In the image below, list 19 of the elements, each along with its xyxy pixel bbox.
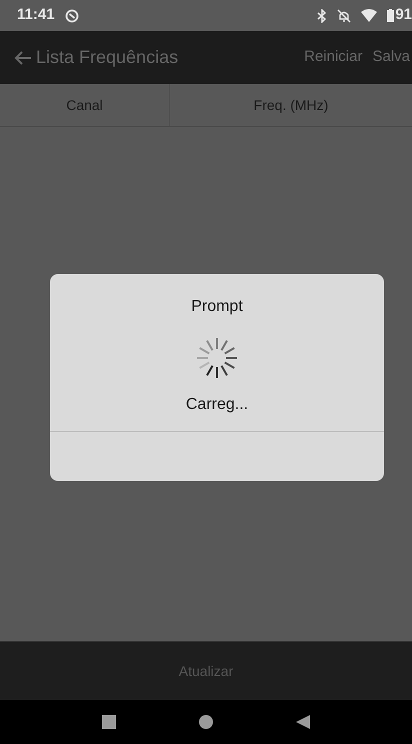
column-header: Freq. (MHz) (252, 96, 330, 115)
home-icon[interactable] (198, 715, 213, 729)
app-title: Lista Frequências (36, 46, 178, 69)
recents-icon[interactable] (102, 715, 116, 729)
battery-percent: 91 (395, 5, 412, 26)
dialog-title: Prompt (191, 297, 243, 317)
wifi-icon (361, 9, 378, 22)
loading-spinner-icon (194, 335, 240, 381)
bluetooth-icon (317, 8, 328, 22)
back-icon[interactable] (296, 715, 310, 729)
toolbar-action[interactable]: Reiniciar (304, 46, 362, 69)
bell-off-icon (337, 8, 352, 22)
column-header: Canal (0, 84, 170, 126)
status-time: 11:41 (17, 5, 55, 26)
dialog-message: Carreg... (186, 395, 248, 415)
back-arrow-icon (14, 50, 32, 66)
back-button[interactable] (14, 50, 32, 66)
battery-icon (387, 9, 394, 22)
toolbar-action[interactable]: Salva (372, 46, 410, 69)
